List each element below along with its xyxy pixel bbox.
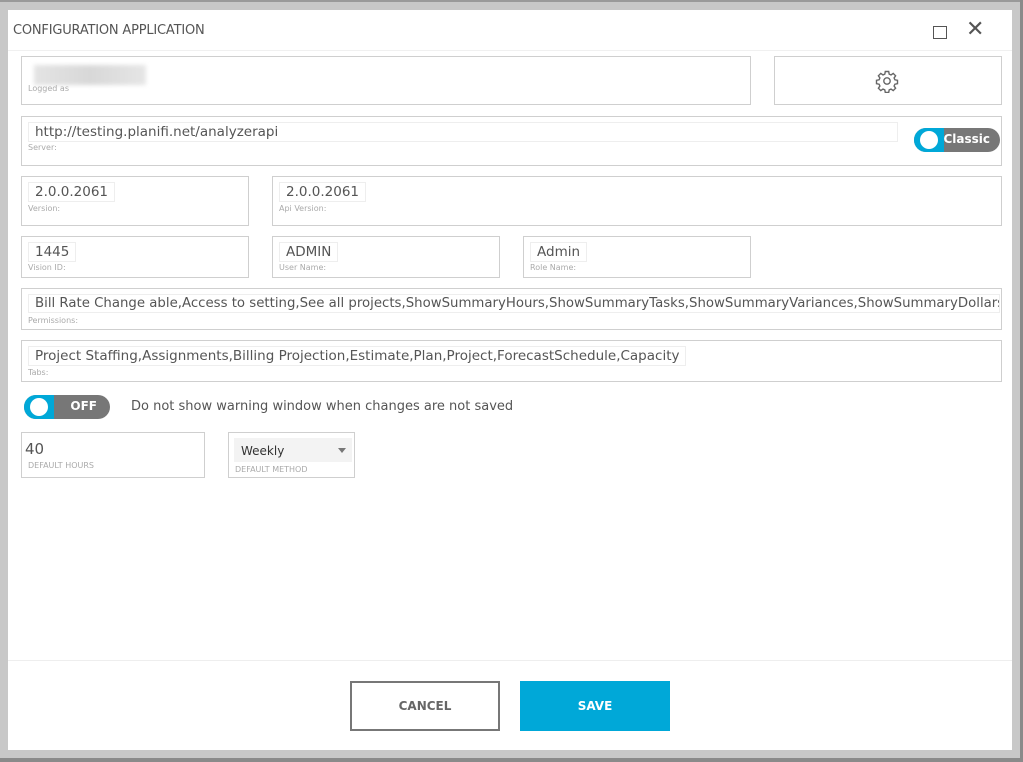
default-method-value: Weekly	[241, 444, 285, 458]
api-version-value: 2.0.0.2061	[279, 182, 366, 202]
save-button[interactable]: SAVE	[520, 681, 670, 731]
user-name-label: User Name:	[279, 263, 327, 272]
permissions-label: Permissions:	[28, 316, 79, 325]
role-name-field: Admin Role Name:	[523, 236, 751, 278]
server-input[interactable]: http://testing.planifi.net/analyzerapi	[28, 122, 898, 142]
settings-button[interactable]	[774, 56, 1002, 105]
logged-as-field: Logged as	[21, 56, 751, 105]
maximize-icon[interactable]	[933, 26, 947, 39]
classic-toggle-label: Classic	[943, 132, 990, 146]
classic-mode-toggle[interactable]: Classic	[914, 128, 1000, 152]
logged-as-value	[34, 65, 146, 85]
backdrop-edge	[0, 0, 1023, 2]
vision-id-value: 1445	[28, 242, 77, 262]
warning-toggle[interactable]: OFF	[24, 395, 110, 419]
permissions-field: Bill Rate Change able,Access to setting,…	[21, 288, 1002, 330]
gear-icon	[875, 70, 899, 93]
logged-as-label: Logged as	[28, 84, 69, 93]
default-method-select[interactable]: Weekly	[234, 438, 352, 462]
configuration-dialog: CONFIGURATION APPLICATION ✕ Logged as ht…	[8, 10, 1012, 750]
user-name-value: ADMIN	[279, 242, 339, 262]
dialog-title: CONFIGURATION APPLICATION	[13, 23, 205, 38]
toggle-knob	[920, 131, 938, 149]
default-hours-field[interactable]: 40 DEFAULT HOURS	[21, 432, 205, 478]
version-label: Version:	[28, 204, 61, 213]
tabs-field: Project Staffing,Assignments,Billing Pro…	[21, 340, 1002, 382]
permissions-value[interactable]: Bill Rate Change able,Access to setting,…	[28, 294, 1000, 313]
version-field: 2.0.0.2061 Version:	[21, 176, 249, 226]
tabs-label: Tabs:	[28, 368, 49, 377]
toggle-knob	[30, 398, 48, 416]
version-value: 2.0.0.2061	[28, 182, 115, 202]
backdrop-edge	[0, 758, 1023, 762]
api-version-field: 2.0.0.2061 Api Version:	[272, 176, 1002, 226]
cancel-button[interactable]: CANCEL	[350, 681, 500, 731]
server-field: http://testing.planifi.net/analyzerapi S…	[21, 116, 1002, 166]
close-icon[interactable]: ✕	[966, 19, 984, 41]
warning-description: Do not show warning window when changes …	[131, 399, 514, 414]
server-label: Server:	[28, 143, 57, 152]
api-version-label: Api Version:	[279, 204, 327, 213]
tabs-value[interactable]: Project Staffing,Assignments,Billing Pro…	[28, 346, 687, 366]
title-divider	[8, 50, 1012, 51]
chevron-down-icon	[338, 448, 346, 453]
default-hours-label: DEFAULT HOURS	[28, 461, 94, 470]
user-name-field: ADMIN User Name:	[272, 236, 500, 278]
default-hours-value[interactable]: 40	[25, 440, 44, 458]
vision-id-label: Vision ID:	[28, 263, 66, 272]
default-method-label: DEFAULT METHOD	[235, 465, 308, 474]
role-name-value: Admin	[530, 242, 588, 262]
default-method-field: Weekly DEFAULT METHOD	[228, 432, 355, 478]
role-name-label: Role Name:	[530, 263, 577, 272]
vision-id-field: 1445 Vision ID:	[21, 236, 249, 278]
warning-toggle-label: OFF	[70, 399, 97, 413]
footer-divider	[8, 660, 1012, 661]
